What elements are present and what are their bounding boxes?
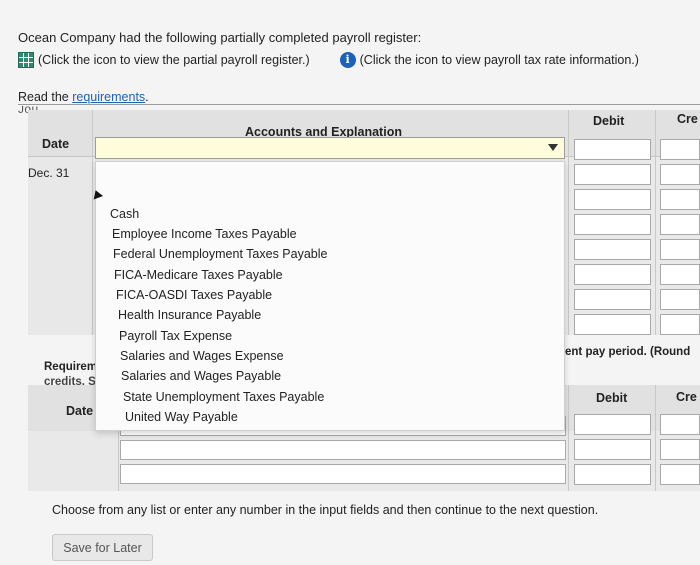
debit-header: Debit: [593, 114, 625, 128]
dropdown-option[interactable]: FICA-OASDI Taxes Payable: [116, 288, 272, 302]
account-input[interactable]: [120, 464, 566, 484]
credit-input[interactable]: [660, 439, 700, 460]
requirement-right-text: ent pay period. (Round: [565, 346, 691, 358]
credit-input[interactable]: [660, 264, 700, 285]
dropdown-option[interactable]: Federal Unemployment Taxes Payable: [113, 247, 327, 261]
info-icon[interactable]: i: [339, 52, 356, 68]
credit-input[interactable]: [660, 214, 700, 235]
credit-header-2: Cre: [676, 390, 697, 404]
debit-input[interactable]: [574, 139, 651, 160]
chevron-down-icon[interactable]: [548, 144, 558, 151]
register-link[interactable]: (Click the icon to view the partial payr…: [38, 53, 310, 67]
credit-input[interactable]: [660, 314, 700, 335]
column-divider: [655, 110, 656, 335]
debit-input[interactable]: [574, 239, 651, 260]
debit-input[interactable]: [574, 264, 651, 285]
dropdown-option[interactable]: Payroll Tax Expense: [119, 329, 232, 343]
date-value: Dec. 31: [28, 166, 70, 180]
debit-input[interactable]: [574, 289, 651, 310]
read-prefix: Read the: [18, 90, 73, 104]
account-dropdown-list: Cash Employee Income Taxes Payable Feder…: [95, 161, 565, 431]
debit-input[interactable]: [574, 189, 651, 210]
tax-rate-link[interactable]: (Click the icon to view payroll tax rate…: [360, 53, 639, 67]
credit-header: Cre: [677, 112, 698, 126]
debit-input[interactable]: [574, 314, 651, 335]
dropdown-option[interactable]: Employee Income Taxes Payable: [112, 227, 297, 241]
account-select[interactable]: [95, 137, 565, 159]
debit-input[interactable]: [574, 214, 651, 235]
column-divider: [568, 385, 569, 491]
credit-input[interactable]: [660, 289, 700, 310]
credit-input[interactable]: [660, 239, 700, 260]
column-divider: [92, 110, 93, 335]
dropdown-option[interactable]: Cash: [110, 207, 139, 221]
debit-input[interactable]: [574, 464, 651, 485]
debit-input[interactable]: [574, 414, 651, 435]
debit-input[interactable]: [574, 164, 651, 185]
dropdown-option[interactable]: United Way Payable: [125, 410, 238, 424]
read-suffix: .: [145, 90, 149, 104]
links-row: (Click the icon to view the partial payr…: [18, 52, 639, 68]
dropdown-option[interactable]: Salaries and Wages Expense: [120, 349, 284, 363]
save-for-later-button[interactable]: Save for Later: [52, 534, 153, 561]
instruction-text: Choose from any list or enter any number…: [52, 503, 599, 517]
requirements-link[interactable]: requirements: [72, 90, 145, 104]
account-input[interactable]: [120, 440, 566, 460]
column-divider: [655, 385, 656, 491]
dropdown-option[interactable]: State Unemployment Taxes Payable: [123, 390, 324, 404]
date-header: Date: [42, 137, 70, 151]
divider: [18, 104, 700, 105]
dropdown-option[interactable]: Salaries and Wages Payable: [121, 369, 281, 383]
dropdown-option[interactable]: FICA-Medicare Taxes Payable: [114, 268, 283, 282]
credit-input[interactable]: [660, 164, 700, 185]
column-divider: [568, 110, 569, 335]
debit-input[interactable]: [574, 439, 651, 460]
credit-input[interactable]: [660, 139, 700, 160]
register-table-icon[interactable]: [18, 52, 34, 68]
dropdown-option[interactable]: Health Insurance Payable: [118, 308, 261, 322]
credit-input[interactable]: [660, 414, 700, 435]
debit-header-2: Debit: [596, 391, 628, 405]
date-header-2: Date: [66, 404, 94, 418]
credit-input[interactable]: [660, 189, 700, 210]
intro-text: Ocean Company had the following partiall…: [18, 30, 422, 45]
date-cell: [28, 157, 92, 335]
credit-input[interactable]: [660, 464, 700, 485]
read-requirements: Read the requirements.: [18, 90, 149, 104]
